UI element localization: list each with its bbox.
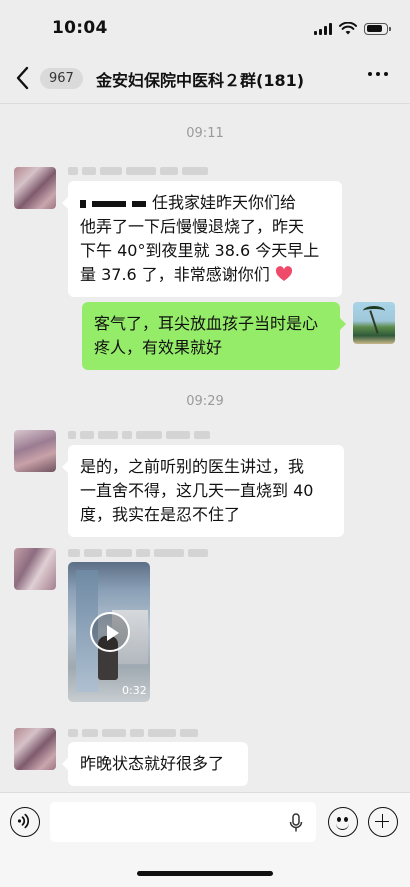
message-line: 疼人，有效果就好 <box>94 338 223 357</box>
message-line: 昨晚状态就好很多了 <box>80 754 225 773</box>
chat-title: 金安妇保院中医科２群(181) <box>96 71 305 90</box>
my-avatar[interactable] <box>353 302 395 344</box>
voice-button[interactable] <box>10 807 40 837</box>
battery-icon <box>364 22 391 35</box>
heart-icon <box>275 266 292 281</box>
status-bar: 10:04 <box>0 0 410 52</box>
wifi-icon <box>339 22 357 35</box>
message-line: 客气了，耳尖放血孩子当时是心 <box>94 314 319 333</box>
voice-icon <box>17 813 30 829</box>
message-line: 一直舍不得，这几天一直烧到 40 <box>80 481 314 500</box>
chevron-left-icon <box>16 66 29 90</box>
message-bubble[interactable]: 任我家娃昨天你们给 他弄了一下后慢慢退烧了，昨天 下午 40°到夜里就 38.6… <box>62 181 342 297</box>
timestamp: 09:11 <box>186 126 224 141</box>
message-line: 度，我实在是忍不住了 <box>80 505 241 524</box>
message-bubble-outgoing[interactable]: 客气了，耳尖放血孩子当时是心 疼人，有效果就好 <box>82 302 346 370</box>
sender-name-redacted <box>68 166 208 176</box>
avatar[interactable] <box>14 167 56 209</box>
sender-name-redacted <box>68 430 210 440</box>
input-bar <box>0 792 410 887</box>
status-icons <box>314 22 391 35</box>
avatar[interactable] <box>14 430 56 472</box>
timestamp: 09:29 <box>186 394 224 409</box>
plus-button[interactable] <box>368 807 398 837</box>
sender-name-redacted <box>68 548 208 558</box>
avatar[interactable] <box>14 548 56 590</box>
video-duration: 0:32 <box>122 684 147 697</box>
sender-name-redacted <box>68 728 198 738</box>
message-line: 下午 40°到夜里就 38.6 今天早上 <box>80 241 320 260</box>
message-line: 他弄了一下后慢慢退烧了，昨天 <box>80 217 305 236</box>
chat-header: 967 金安妇保院中医科２群(181) <box>0 52 410 104</box>
message-bubble[interactable]: 昨晚状态就好很多了 <box>62 742 248 786</box>
message-list[interactable]: 09:11 任我家娃昨天你们给 他弄了一下后慢慢退烧了，昨天 下午 40°到夜里… <box>0 104 410 792</box>
message-line: 是的，之前听别的医生讲过，我 <box>80 457 305 476</box>
emoji-button[interactable] <box>328 807 358 837</box>
play-icon[interactable] <box>90 612 130 652</box>
more-button[interactable] <box>368 72 388 76</box>
unread-count-badge: 967 <box>40 67 83 89</box>
home-indicator <box>137 871 273 876</box>
back-button[interactable]: 967 <box>12 64 83 92</box>
message-bubble[interactable]: 是的，之前听别的医生讲过，我 一直舍不得，这几天一直烧到 40 度，我实在是忍不… <box>62 445 344 537</box>
microphone-icon[interactable] <box>289 813 303 833</box>
video-message[interactable]: 0:32 <box>68 562 150 702</box>
status-time: 10:04 <box>52 18 108 38</box>
message-line: 任我家娃昨天你们给 <box>152 193 297 212</box>
cellular-signal-icon <box>314 22 332 35</box>
message-line: 量 37.6 了，非常感谢你们 <box>80 265 270 284</box>
more-dots-icon <box>368 72 372 76</box>
avatar[interactable] <box>14 728 56 770</box>
message-input[interactable] <box>50 802 316 842</box>
